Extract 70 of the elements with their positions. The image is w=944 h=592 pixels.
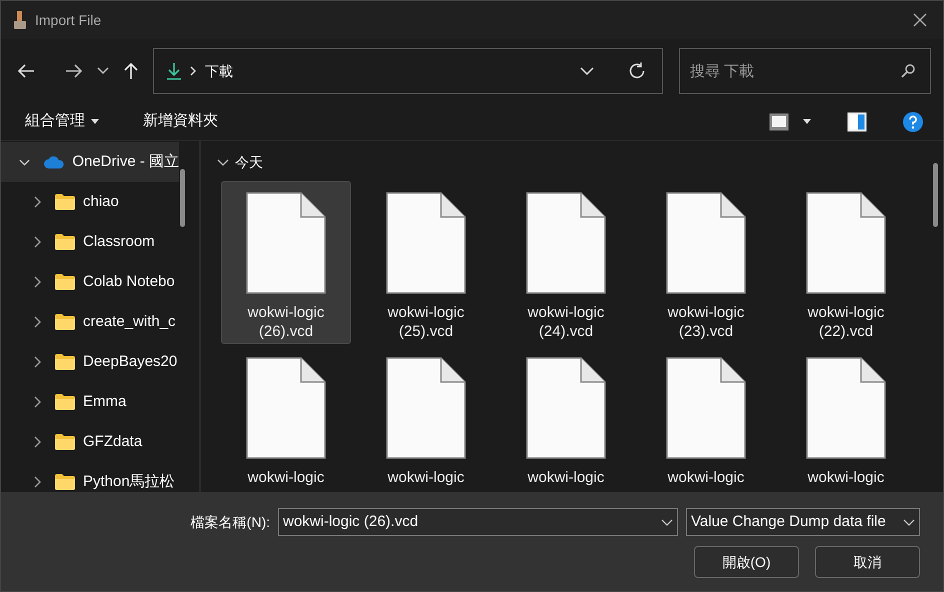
sidebar-item[interactable]: Classroom [1, 222, 179, 262]
chevron-right-icon [190, 66, 197, 76]
caret-icon [803, 119, 811, 124]
refresh-icon [628, 62, 646, 80]
chevron-down-icon [97, 67, 109, 75]
document-icon [526, 357, 606, 459]
folder-icon [55, 234, 75, 250]
file-item[interactable]: wokwi-logic (26).vcd [221, 181, 351, 344]
search-icon [901, 64, 915, 78]
cloud-icon [44, 155, 64, 169]
document-icon [666, 192, 746, 294]
folder-icon [55, 194, 75, 210]
close-icon [913, 13, 927, 27]
document-icon [386, 192, 466, 294]
document-icon [386, 357, 466, 459]
folder-icon [55, 274, 75, 290]
back-arrow-icon [17, 63, 35, 79]
view-icon [769, 112, 789, 130]
file-item[interactable]: wokwi-logic [361, 346, 491, 492]
file-item[interactable]: wokwi-logic [221, 346, 351, 492]
document-icon [246, 357, 326, 459]
document-icon [806, 357, 886, 459]
file-item[interactable]: wokwi-logic [781, 346, 911, 492]
document-icon [666, 357, 746, 459]
folder-icon [55, 354, 75, 370]
new-folder-button[interactable]: 新增資料夾 [135, 108, 226, 135]
file-item[interactable]: wokwi-logic (22).vcd [781, 181, 911, 344]
scrollbar-thumb[interactable] [180, 169, 185, 227]
caret-icon [91, 119, 99, 124]
sidebar-item[interactable]: Colab Notebo [1, 262, 179, 302]
file-item[interactable]: wokwi-logic (23).vcd [641, 181, 771, 344]
filename-label: 檔案名稱(N): [190, 512, 270, 532]
file-item[interactable]: wokwi-logic (25).vcd [361, 181, 491, 344]
sidebar-item[interactable]: OneDrive - 國立 [1, 142, 179, 182]
organize-menu-button[interactable]: 組合管理 [17, 108, 107, 135]
chevron-down-icon [903, 518, 915, 526]
help-icon [903, 112, 923, 132]
download-icon [166, 62, 182, 80]
sidebar-item[interactable]: Python馬拉松 [1, 462, 179, 492]
chevron-down-icon [580, 67, 594, 75]
document-icon [246, 192, 326, 294]
file-item[interactable]: wokwi-logic [641, 346, 771, 492]
folder-icon [55, 474, 75, 490]
cancel-button[interactable]: 取消 [815, 546, 920, 578]
file-item[interactable]: wokwi-logic (24).vcd [501, 181, 631, 344]
folder-icon [55, 394, 75, 410]
folder-icon [55, 314, 75, 330]
address-bar[interactable]: 下載 [153, 48, 663, 94]
file-item[interactable]: wokwi-logic [501, 346, 631, 492]
preview-pane-icon [847, 112, 867, 132]
folder-icon [55, 434, 75, 450]
group-header[interactable]: 今天 [217, 149, 929, 175]
sidebar-item[interactable]: create_with_c [1, 302, 179, 342]
open-button[interactable]: 開啟(O) [694, 546, 799, 578]
scrollbar-thumb[interactable] [933, 163, 938, 227]
file-type-dropdown[interactable]: Value Change Dump data file [686, 508, 920, 536]
search-input[interactable]: 搜尋 下載 [679, 48, 931, 94]
document-icon [526, 192, 606, 294]
sidebar-item[interactable]: DeepBayes20 [1, 342, 179, 382]
forward-arrow-icon [65, 63, 83, 79]
sidebar-item[interactable]: chiao [1, 182, 179, 222]
filename-field[interactable]: wokwi-logic (26).vcd [278, 508, 678, 536]
sidebar-item[interactable]: Emma [1, 382, 179, 422]
up-arrow-icon [123, 62, 139, 80]
app-icon [13, 11, 27, 29]
sidebar-item[interactable]: GFZdata [1, 422, 179, 462]
chevron-down-icon [661, 518, 673, 526]
window-title: Import File [35, 10, 102, 30]
address-path: 下載 [205, 62, 234, 80]
document-icon [806, 192, 886, 294]
